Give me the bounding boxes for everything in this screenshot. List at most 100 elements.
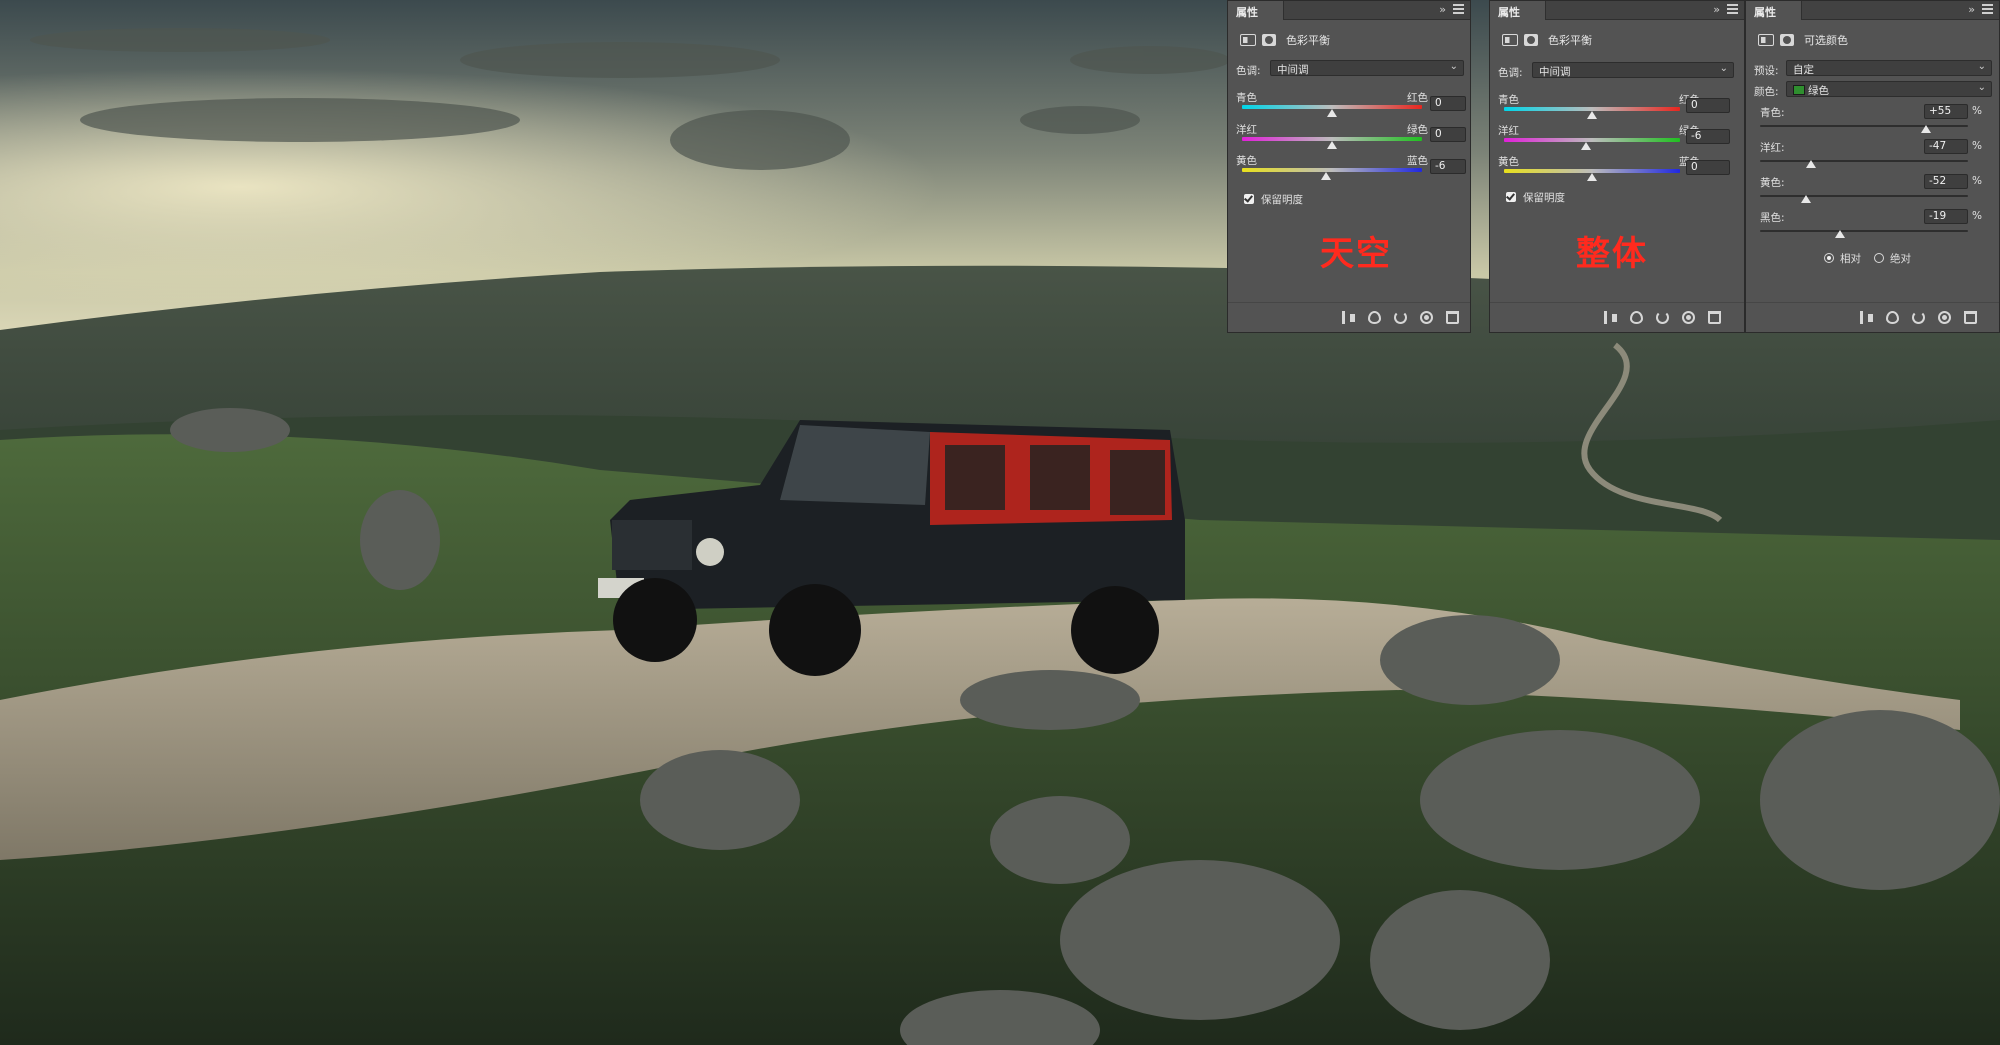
relative-radio[interactable] — [1824, 253, 1834, 263]
cyan-red-value[interactable]: 0 — [1686, 98, 1730, 113]
tab-properties[interactable]: 属性 — [1228, 1, 1284, 20]
tone-select[interactable]: 中间调 ⌄ — [1270, 60, 1464, 76]
view-previous-icon[interactable] — [1630, 311, 1643, 324]
chevron-down-icon: ⌄ — [1977, 61, 1986, 72]
adjustment-title: 色彩平衡 — [1502, 31, 1592, 49]
cyan-red-value[interactable]: 0 — [1430, 96, 1466, 111]
adjustment-name: 色彩平衡 — [1286, 34, 1330, 47]
yellow-value[interactable]: -52 — [1924, 174, 1968, 189]
magenta-green-value[interactable]: -6 — [1686, 129, 1730, 144]
collapse-icon[interactable]: ›› — [1713, 3, 1720, 16]
cyan-slider[interactable] — [1760, 125, 1968, 127]
yellow-blue-value[interactable]: -6 — [1430, 159, 1466, 174]
panel-menu-icon[interactable] — [1982, 4, 1993, 14]
panel-footer — [1490, 302, 1744, 332]
chevron-down-icon: ⌄ — [1719, 63, 1728, 74]
panel-header: 属性 ›› — [1490, 1, 1744, 20]
selective-color-icon — [1758, 34, 1774, 46]
tone-label: 色调: — [1498, 67, 1523, 79]
absolute-radio[interactable] — [1874, 253, 1884, 263]
magenta-label: 洋红: — [1760, 142, 1785, 154]
slider-thumb[interactable] — [1921, 125, 1931, 133]
tone-select[interactable]: 中间调 ⌄ — [1532, 62, 1734, 78]
preset-label: 预设: — [1754, 65, 1779, 77]
preserve-luminosity-label: 保留明度 — [1261, 194, 1303, 206]
slider-right-label: 绿色 — [1407, 124, 1428, 136]
trash-icon[interactable] — [1446, 311, 1459, 324]
percent-unit: % — [1972, 105, 1982, 117]
black-slider[interactable] — [1760, 230, 1968, 232]
panel-menu-icon[interactable] — [1727, 4, 1738, 14]
magenta-slider[interactable] — [1760, 160, 1968, 162]
view-previous-icon[interactable] — [1368, 311, 1381, 324]
trash-icon[interactable] — [1964, 311, 1977, 324]
black-label: 黑色: — [1760, 212, 1785, 224]
slider-right-label: 蓝色 — [1407, 155, 1428, 167]
clip-to-layer-icon[interactable] — [1860, 311, 1873, 324]
layer-mask-icon[interactable] — [1780, 34, 1794, 46]
magenta-green-slider[interactable] — [1504, 138, 1680, 142]
annotation-sky: 天空 — [1320, 234, 1392, 274]
tab-properties[interactable]: 属性 — [1490, 1, 1546, 20]
collapse-icon[interactable]: ›› — [1439, 3, 1446, 16]
panel-footer — [1746, 302, 1999, 332]
properties-panel-sky: 属性 ›› 色彩平衡 色调: 中间调 ⌄ 青色 红色 0 洋红 绿色 0 黄色 … — [1227, 0, 1471, 333]
slider-left-label: 黄色 — [1498, 156, 1519, 168]
tab-properties[interactable]: 属性 — [1746, 1, 1802, 20]
slider-thumb[interactable] — [1321, 172, 1331, 180]
yellow-blue-slider[interactable] — [1242, 168, 1422, 172]
adjustment-name: 可选颜色 — [1804, 34, 1848, 47]
preserve-luminosity-label: 保留明度 — [1523, 192, 1565, 204]
relative-label: 相对 — [1840, 253, 1861, 265]
reset-icon[interactable] — [1912, 311, 1925, 324]
slider-left-label: 青色 — [1236, 92, 1257, 104]
percent-unit: % — [1972, 210, 1982, 222]
colors-label: 颜色: — [1754, 86, 1779, 98]
layer-mask-icon[interactable] — [1262, 34, 1276, 46]
clip-to-layer-icon[interactable] — [1342, 311, 1355, 324]
properties-panel-overall: 属性 ›› 色彩平衡 色调: 中间调 ⌄ 青色 红色 0 洋红 绿色 -6 黄色… — [1489, 0, 1745, 333]
panel-menu-icon[interactable] — [1453, 4, 1464, 14]
cyan-label: 青色: — [1760, 107, 1785, 119]
color-balance-icon — [1240, 34, 1256, 46]
preserve-luminosity-checkbox[interactable] — [1506, 192, 1516, 202]
slider-thumb[interactable] — [1806, 160, 1816, 168]
layer-mask-icon[interactable] — [1524, 34, 1538, 46]
preserve-luminosity-checkbox[interactable] — [1244, 194, 1254, 204]
tone-label: 色调: — [1236, 65, 1261, 77]
adjustment-title: 色彩平衡 — [1240, 31, 1330, 49]
panel-header: 属性 ›› — [1746, 1, 1999, 20]
collapse-icon[interactable]: ›› — [1968, 3, 1975, 16]
slider-thumb[interactable] — [1587, 173, 1597, 181]
visibility-eye-icon[interactable] — [1420, 311, 1433, 324]
reset-icon[interactable] — [1394, 311, 1407, 324]
yellow-blue-value[interactable]: 0 — [1686, 160, 1730, 175]
colors-value: 绿色 — [1808, 85, 1829, 97]
trash-icon[interactable] — [1708, 311, 1721, 324]
slider-right-label: 红色 — [1407, 92, 1428, 104]
magenta-value[interactable]: -47 — [1924, 139, 1968, 154]
properties-panel-selective-color: 属性 ›› 可选颜色 预设: 自定 ⌄ 颜色: 绿色 ⌄ 青色: +55 % 洋… — [1745, 0, 2000, 333]
slider-thumb[interactable] — [1581, 142, 1591, 150]
slider-thumb[interactable] — [1835, 230, 1845, 238]
magenta-green-value[interactable]: 0 — [1430, 127, 1466, 142]
visibility-eye-icon[interactable] — [1682, 311, 1695, 324]
slider-thumb[interactable] — [1587, 111, 1597, 119]
adjustment-name: 色彩平衡 — [1548, 34, 1592, 47]
slider-thumb[interactable] — [1801, 195, 1811, 203]
annotation-overall: 整体 — [1576, 234, 1648, 274]
panel-footer — [1228, 302, 1470, 332]
visibility-eye-icon[interactable] — [1938, 311, 1951, 324]
percent-unit: % — [1972, 175, 1982, 187]
clip-to-layer-icon[interactable] — [1604, 311, 1617, 324]
slider-thumb[interactable] — [1327, 141, 1337, 149]
colors-select[interactable]: 绿色 ⌄ — [1786, 81, 1992, 97]
slider-thumb[interactable] — [1327, 109, 1337, 117]
yellow-slider[interactable] — [1760, 195, 1968, 197]
reset-icon[interactable] — [1656, 311, 1669, 324]
black-value[interactable]: -19 — [1924, 209, 1968, 224]
cyan-value[interactable]: +55 — [1924, 104, 1968, 119]
view-previous-icon[interactable] — [1886, 311, 1899, 324]
preset-select[interactable]: 自定 ⌄ — [1786, 60, 1992, 76]
percent-unit: % — [1972, 140, 1982, 152]
